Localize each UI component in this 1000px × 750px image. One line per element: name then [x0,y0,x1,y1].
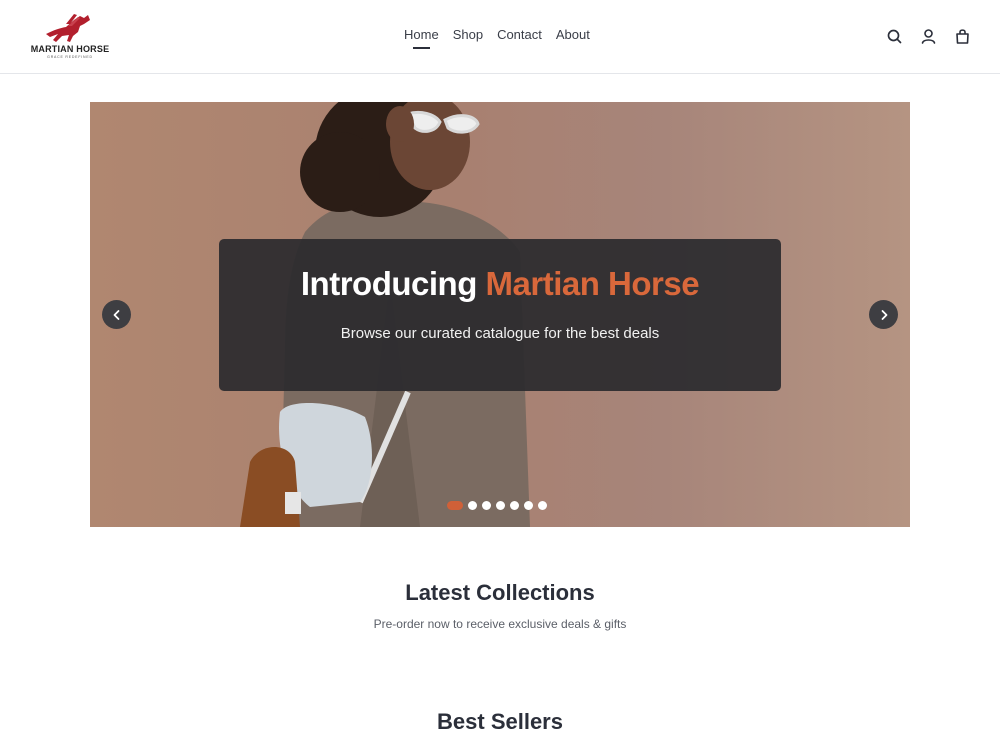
hero-caption-panel: Introducing Martian Horse Browse our cur… [219,239,781,391]
carousel-indicators [447,501,547,510]
hero-title: Introducing Martian Horse [219,265,781,303]
carousel-dot-1[interactable] [447,501,463,510]
latest-collections-title: Latest Collections [405,580,595,605]
latest-collections-subtitle: Pre-order now to receive exclusive deals… [373,617,627,631]
nav-shop[interactable]: Shop [453,27,483,42]
brand-name: MARTIAN HORSE [30,44,110,54]
user-icon[interactable] [919,27,938,46]
nav-home[interactable]: Home [404,27,439,49]
horse-logo-icon [46,14,90,42]
hero-title-accent: Martian Horse [485,265,700,302]
carousel-dot-5[interactable] [510,501,519,510]
hero-subtitle: Browse our curated catalogue for the bes… [340,325,660,342]
carousel-next-button[interactable] [869,300,898,329]
carousel-dot-2[interactable] [468,501,477,510]
search-icon[interactable] [885,27,904,46]
site-header: MARTIAN HORSE GRACE REDEFINED Home Shop … [0,0,1000,74]
brand-logo[interactable]: MARTIAN HORSE GRACE REDEFINED [30,12,110,60]
main-nav: Home Shop Contact About [404,27,590,49]
hero-title-prefix: Introducing [300,265,477,302]
carousel-dot-6[interactable] [524,501,533,510]
carousel-dot-7[interactable] [538,501,547,510]
hero-carousel: Introducing Martian Horse Browse our cur… [90,102,910,527]
chevron-right-icon [881,309,887,320]
nav-about[interactable]: About [556,27,590,42]
carousel-dot-4[interactable] [496,501,505,510]
carousel-prev-button[interactable] [102,300,131,329]
header-actions [885,27,972,46]
best-sellers-title: Best Sellers [437,709,563,734]
nav-contact[interactable]: Contact [497,27,542,42]
carousel-dot-3[interactable] [482,501,491,510]
chevron-left-icon [113,309,119,320]
shopping-bag-icon[interactable] [953,27,972,46]
brand-tagline: GRACE REDEFINED [47,55,93,59]
